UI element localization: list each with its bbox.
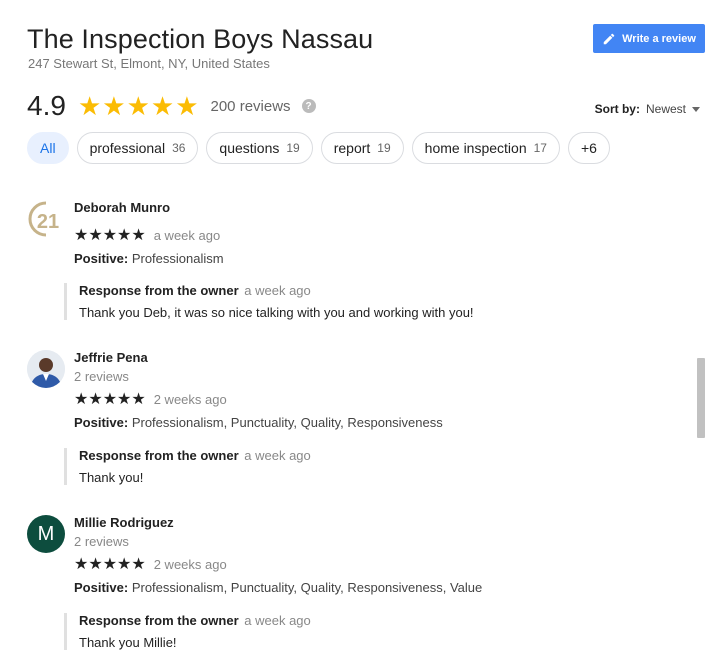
- avatar-text: 21: [37, 211, 59, 233]
- business-address: 247 Stewart St, Elmont, NY, United State…: [28, 56, 270, 71]
- chip-home-inspection[interactable]: home inspection 17: [411, 132, 560, 164]
- business-name: The Inspection Boys Nassau: [27, 24, 374, 54]
- help-icon[interactable]: ?: [301, 99, 316, 113]
- pencil-icon: [603, 33, 615, 44]
- chip-label: professional: [89, 140, 166, 156]
- chip-count: 19: [377, 141, 391, 155]
- response-time: a week ago: [244, 448, 311, 463]
- reviewer-name[interactable]: Millie Rodriguez: [74, 515, 694, 530]
- topic-chips: All professional 36 questions 19 report 19 …: [27, 132, 610, 164]
- attr-label: Positive:: [74, 580, 129, 595]
- scrollbar-thumb[interactable]: [697, 358, 705, 438]
- chevron-down-icon: [692, 106, 700, 112]
- chip-count: 36: [172, 141, 186, 155]
- star-icon: ★: [77, 91, 102, 121]
- rating-stars: ★ ★ ★ ★ ★: [78, 93, 199, 119]
- write-review-label: Write a review: [622, 32, 696, 45]
- owner-response: Response from the owner a week ago Thank…: [64, 283, 664, 320]
- review-body: Millie Rodriguez 2 reviews ★★★★★ 2 weeks…: [74, 515, 694, 595]
- response-label: Response from the owner: [79, 448, 239, 463]
- attr-values: Professionalism, Punctuality, Quality, R…: [131, 580, 483, 595]
- review-time: a week ago: [153, 227, 221, 243]
- avatar-initial: M: [37, 522, 55, 545]
- write-review-button[interactable]: Write a review: [593, 24, 705, 53]
- rating-summary: 4.9 ★ ★ ★ ★ ★ 200 reviews ?: [27, 90, 316, 122]
- review-attributes: Positive: Professionalism, Punctuality, …: [74, 415, 694, 430]
- chip-count: 17: [533, 141, 547, 155]
- star-icon: ★: [150, 91, 175, 121]
- review-stars: ★★★★★: [74, 227, 146, 244]
- avatar[interactable]: 21: [27, 200, 65, 238]
- response-label: Response from the owner: [79, 283, 239, 298]
- review-count: 200 reviews: [210, 97, 291, 115]
- review-meta: ★★★★★ 2 weeks ago: [74, 554, 694, 574]
- review-attributes: Positive: Professionalism, Punctuality, …: [74, 580, 694, 595]
- review-attributes: Positive: Professionalism: [74, 251, 694, 266]
- attr-label: Positive:: [74, 251, 129, 266]
- avatar[interactable]: M: [27, 515, 65, 553]
- attr-values: Professionalism: [131, 251, 224, 266]
- reviewer-review-count: 2 reviews: [74, 534, 129, 549]
- review-body: Jeffrie Pena 2 reviews ★★★★★ 2 weeks ago…: [74, 350, 694, 430]
- attr-values: Professionalism, Punctuality, Quality, R…: [131, 415, 443, 430]
- review-time: 2 weeks ago: [153, 391, 227, 407]
- response-label: Response from the owner: [79, 613, 239, 628]
- chip-all[interactable]: All: [27, 132, 69, 164]
- chip-label: questions: [219, 140, 280, 156]
- chip-label: report: [333, 140, 371, 156]
- response-time: a week ago: [244, 283, 311, 298]
- response-text: Thank you Deb, it was so nice talking wi…: [79, 305, 474, 320]
- avatar[interactable]: [27, 350, 65, 388]
- star-icon: ★: [102, 91, 126, 121]
- reviewer-name[interactable]: Deborah Munro: [74, 200, 694, 215]
- owner-response: Response from the owner a week ago Thank…: [64, 613, 664, 650]
- star-icon: ★: [126, 91, 150, 121]
- reviewer-review-count: 2 reviews: [74, 369, 129, 384]
- chip-report[interactable]: report 19: [320, 132, 404, 164]
- review-meta: ★★★★★ a week ago: [74, 225, 694, 245]
- sort-control[interactable]: Sort by: Newest: [595, 102, 700, 116]
- chip-professional[interactable]: professional 36: [76, 132, 199, 164]
- response-text: Thank you Millie!: [79, 635, 177, 650]
- response-time: a week ago: [244, 613, 311, 628]
- star-icon: ★: [175, 91, 199, 121]
- sort-value[interactable]: Newest: [646, 102, 686, 116]
- attr-label: Positive:: [74, 415, 129, 430]
- chip-count: 19: [286, 141, 300, 155]
- review-body: Deborah Munro ★★★★★ a week ago Positive:…: [74, 200, 694, 266]
- chip-label: +6: [580, 140, 597, 156]
- chip-questions[interactable]: questions 19: [206, 132, 313, 164]
- chip-label: All: [40, 140, 56, 156]
- century21-logo-icon: 21: [28, 201, 59, 237]
- reviewer-name[interactable]: Jeffrie Pena: [74, 350, 694, 365]
- review-stars: ★★★★★: [74, 556, 146, 573]
- sort-label: Sort by:: [594, 102, 640, 116]
- review-stars: ★★★★★: [74, 391, 146, 408]
- review-meta: ★★★★★ 2 weeks ago: [74, 389, 694, 409]
- response-text: Thank you!: [79, 470, 144, 485]
- chip-label: home inspection: [424, 140, 527, 156]
- chip-more[interactable]: +6: [567, 132, 610, 164]
- owner-response: Response from the owner a week ago Thank…: [64, 448, 664, 485]
- review-time: 2 weeks ago: [153, 556, 227, 572]
- rating-value: 4.9: [27, 90, 66, 121]
- person-photo-icon: [27, 350, 65, 388]
